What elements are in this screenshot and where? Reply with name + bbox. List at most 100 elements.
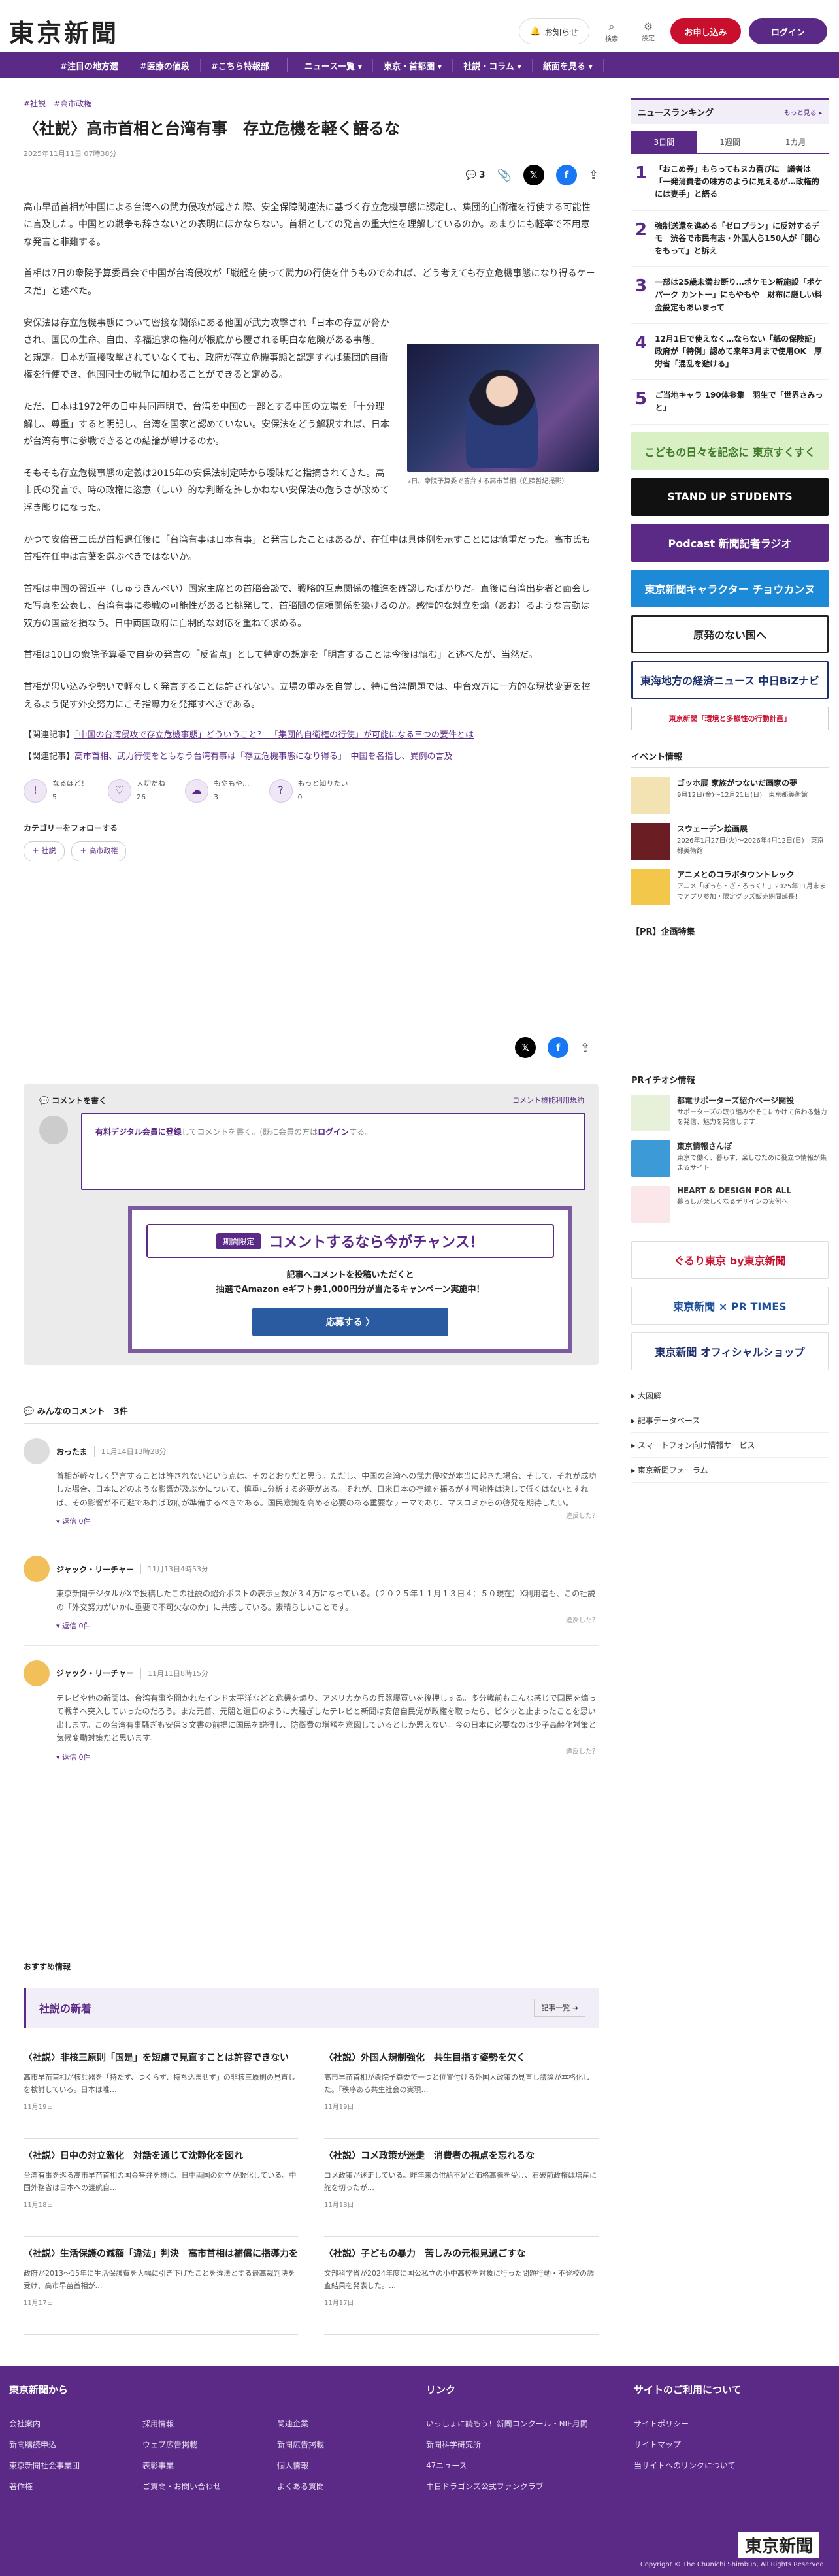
banner-environment-plan[interactable]: 東京新聞「環境と多様性の行動計画」 xyxy=(631,706,829,730)
ranking-item[interactable]: 1 「おこめ券」もらってもヌカ喜びに 議者は「一発消費者の味方のように見えるが…政… xyxy=(631,154,829,211)
login-button[interactable]: ログイン xyxy=(749,18,827,44)
banner-choukannu[interactable]: 東京新聞キャラクター チョウカンヌ xyxy=(631,569,829,607)
tab-1week[interactable]: 1週間 xyxy=(697,131,763,153)
article-card[interactable]: 〈社説〉日中の対立激化 対話を通じて沈静化を図れ 台湾有事を巡る高市早苗首相の国会… xyxy=(24,2139,298,2237)
banner-podcast[interactable]: Podcast 新聞記者ラジオ xyxy=(631,523,829,562)
related-link[interactable]: 高市首相、武力行使をともなう台湾有事は「存立危機事態になり得る」 中国を名指し、… xyxy=(74,752,453,762)
banner-chunichi-biz[interactable]: 東海地方の経済ニュース 中日BiZナビ xyxy=(631,660,829,699)
sidebar-link-database[interactable]: ▸ 記事データベース xyxy=(631,1408,829,1433)
nav-item-news-list[interactable]: ニュース一覧 ▾ xyxy=(294,59,374,72)
nav-item-local-elections[interactable]: #注目の地方選 xyxy=(50,59,129,72)
footer-link[interactable]: 関連企業 xyxy=(277,2418,308,2429)
comment-policy-link[interactable]: コメント機能利用規約 xyxy=(512,1095,584,1105)
footer-link[interactable]: ご質問・お問い合わせ xyxy=(142,2481,221,2492)
reply-toggle[interactable]: ▾ 返信 0件 xyxy=(56,1516,599,1526)
apply-button[interactable]: お申し込み xyxy=(670,18,741,44)
follow-editorial-button[interactable]: ＋ 社説 xyxy=(24,841,65,862)
nav-item-tokyo[interactable]: 東京・首都圏 ▾ xyxy=(373,59,453,72)
pr-item[interactable]: 都電サポーターズ紹介ページ開設 サポーターズの取り組みやそこにかけて伝わる魅力を発… xyxy=(631,1094,829,1131)
clip-icon[interactable]: 📎 xyxy=(497,169,511,182)
article-card[interactable]: 〈社説〉非核三原則「国是」を短慮で見直すことは許容できない 高市早苗首相が核兵器を… xyxy=(24,2041,298,2139)
ranking-more-link[interactable]: もっと見る ▸ xyxy=(784,107,822,117)
reply-toggle[interactable]: ▾ 返信 0件 xyxy=(56,1620,599,1631)
footer-link[interactable]: 東京新聞社会事業団 xyxy=(9,2460,80,2471)
event-item[interactable]: ゴッホ展 家族がつないだ画家の夢 9月12日(金)〜12月21日(日) 東京都美術… xyxy=(631,777,829,814)
footer-link[interactable]: いっしょに読もう！新聞コンクール・NIE月間 xyxy=(426,2418,588,2429)
banner-pr-times[interactable]: 東京新聞 × PR TIMES xyxy=(631,1286,829,1325)
tag-takaichi[interactable]: #高市政権 xyxy=(54,98,91,109)
footer-link[interactable]: ウェブ広告掲載 xyxy=(142,2439,197,2450)
ranking-item[interactable]: 2 強制送還を進める「ゼロプラン」に反対するデモ 渋谷で市民有志・外国人ら150人… xyxy=(631,211,829,268)
pr-item[interactable]: 東京情報さんぽ 東京で働く、暮らす、楽しむために役立つ情報が集まるサイト xyxy=(631,1140,829,1177)
banner-no-nuclear[interactable]: 原発のない国へ xyxy=(631,615,829,653)
footer-link[interactable]: 表彰事業 xyxy=(142,2460,174,2471)
comment-input[interactable]: 有料デジタル会員に登録してコメントを書く。(既に会員の方はログインする。 xyxy=(81,1113,585,1190)
article-card[interactable]: 〈社説〉コメ政策が迷走 消費者の視点を忘れるな コメ政策が迷走している。昨年来の供… xyxy=(324,2139,599,2237)
related-link[interactable]: 「中国の台湾侵攻で存立危機事態」どういうこと？ 「集団的自衛権の行使」が可能にな… xyxy=(74,730,474,740)
event-item[interactable]: スウェーデン絵画展 2026年1月27日(火)〜2026年4月12日(日) 東京都… xyxy=(631,822,829,860)
nav-item-medical-price[interactable]: #医療の値段 xyxy=(129,59,201,72)
footer-link[interactable]: サイトマップ xyxy=(634,2439,681,2450)
article-card[interactable]: 〈社説〉外国人規制強化 共生目指す姿勢を欠く 高市早苗首相が衆院予算委で一つと位置… xyxy=(324,2041,599,2139)
campaign-apply-button[interactable]: 応募する 〉 xyxy=(252,1308,448,1337)
login-link[interactable]: ログイン xyxy=(318,1127,349,1136)
article-photo[interactable] xyxy=(407,344,599,472)
footer-link[interactable]: 新聞広告掲載 xyxy=(277,2439,324,2450)
comment-user[interactable]: おったま xyxy=(56,1446,88,1457)
footer-link[interactable]: 会社案内 xyxy=(9,2418,41,2429)
banner-sukusuku[interactable]: こどもの日々を記念に 東京すくすく xyxy=(631,432,829,470)
banner-stand-up-students[interactable]: STAND UP STUDENTS xyxy=(631,477,829,516)
comment-user[interactable]: ジャック・リーチャー xyxy=(56,1667,134,1679)
footer-link[interactable]: 採用情報 xyxy=(142,2418,174,2429)
footer-link[interactable]: 個人情報 xyxy=(277,2460,308,2471)
footer-logo[interactable]: 東京新聞 xyxy=(738,2532,819,2558)
footer-link[interactable]: 中日ドラゴンズ公式ファンクラブ xyxy=(426,2481,544,2492)
facebook-share-icon[interactable]: f xyxy=(555,165,577,185)
share-icon[interactable]: ⇪ xyxy=(589,169,599,182)
comment-count[interactable]: 💬 3 xyxy=(466,170,485,180)
banner-gururi-tokyo[interactable]: ぐるり東京 by東京新聞 xyxy=(631,1240,829,1279)
event-item[interactable]: アニメとのコラボタウントレック アニメ「ぼっち・ざ・ろっく！」2025年11月末ま… xyxy=(631,868,829,905)
x-share-icon[interactable]: 𝕏 xyxy=(523,165,544,185)
site-logo[interactable]: 東京新聞 xyxy=(9,13,119,49)
article-card[interactable]: 〈社説〉生活保護の減額「違法」判決 高市首相は補償に指導力を 政府が2013〜15… xyxy=(24,2237,298,2335)
sidebar-link-zukai[interactable]: ▸ 大図解 xyxy=(631,1383,829,1408)
nav-item-tokuhou[interactable]: #こちら特報部 xyxy=(201,59,280,72)
footer-link[interactable]: 新聞科学研究所 xyxy=(426,2439,481,2450)
follow-takaichi-button[interactable]: ＋ 高市政権 xyxy=(71,841,127,862)
tag-editorial[interactable]: #社説 xyxy=(24,98,46,109)
ranking-item[interactable]: 5 ご当地キャラ 190体参集 羽生で「世界さみっと」 xyxy=(631,380,829,425)
comment-user[interactable]: ジャック・リーチャー xyxy=(56,1564,134,1575)
article-list-link[interactable]: 記事一覧 ➜ xyxy=(534,1999,585,2017)
reaction-shiritai[interactable]: ? もっと知りたい 0 xyxy=(269,777,348,805)
reaction-taisetsu[interactable]: ♡ 大切だね 26 xyxy=(108,777,165,805)
article-card[interactable]: 〈社説〉子どもの暴力 苦しみの元根見過ごすな 文部科学省が2024年度に国公私立の… xyxy=(324,2237,599,2335)
footer-link[interactable]: サイトポリシー xyxy=(634,2418,689,2429)
footer-link[interactable]: 新聞購読申込 xyxy=(9,2439,56,2450)
share-icon[interactable]: ⇪ xyxy=(580,1041,590,1055)
footer-link[interactable]: 著作権 xyxy=(9,2481,33,2492)
facebook-share-icon[interactable]: f xyxy=(548,1037,568,1058)
notifications-button[interactable]: 🔔 お知らせ xyxy=(519,18,589,44)
nav-item-paper[interactable]: 紙面を見る ▾ xyxy=(533,59,604,72)
reaction-moyamoya[interactable]: ☁ もやもや... 3 xyxy=(185,777,250,805)
footer-link[interactable]: よくある質問 xyxy=(277,2481,324,2492)
ranking-item[interactable]: 4 12月1日で使えなく…ならない「紙の保険証」 政府が「特例」認めて来年3月まで… xyxy=(631,324,829,381)
footer-link[interactable]: 当サイトへのリンクについて xyxy=(634,2460,736,2471)
x-share-icon[interactable]: 𝕏 xyxy=(515,1037,536,1058)
report-link[interactable]: 違反した？ xyxy=(566,1615,599,1624)
ranking-item[interactable]: 3 一部は25歳未満お断り…ポケモン新施設「ポケパーク カントー」にもやもや 財布… xyxy=(631,267,829,324)
settings-button[interactable]: ⚙ 設定 xyxy=(634,17,663,46)
sidebar-link-forum[interactable]: ▸ 東京新聞フォーラム xyxy=(631,1458,829,1483)
banner-official-shop[interactable]: 東京新聞 オフィシャルショップ xyxy=(631,1332,829,1370)
register-link[interactable]: 有料デジタル会員に登録 xyxy=(95,1127,182,1136)
footer-link[interactable]: 47ニュース xyxy=(426,2460,467,2471)
nav-item-editorial[interactable]: 社説・コラム ▾ xyxy=(453,59,533,72)
search-button[interactable]: ⌕ 検索 xyxy=(597,17,626,46)
pr-item[interactable]: HEART & DESIGN FOR ALL 暮らしが楽しくなるデザインの実例へ xyxy=(631,1185,829,1223)
report-link[interactable]: 違反した？ xyxy=(566,1510,599,1520)
sidebar-link-smartphone[interactable]: ▸ スマートフォン向け情報サービス xyxy=(631,1433,829,1458)
tab-1month[interactable]: 1カ月 xyxy=(763,131,829,153)
report-link[interactable]: 違反した？ xyxy=(566,1746,599,1756)
reaction-naruhodo[interactable]: ! なるほど！ 5 xyxy=(24,777,88,805)
